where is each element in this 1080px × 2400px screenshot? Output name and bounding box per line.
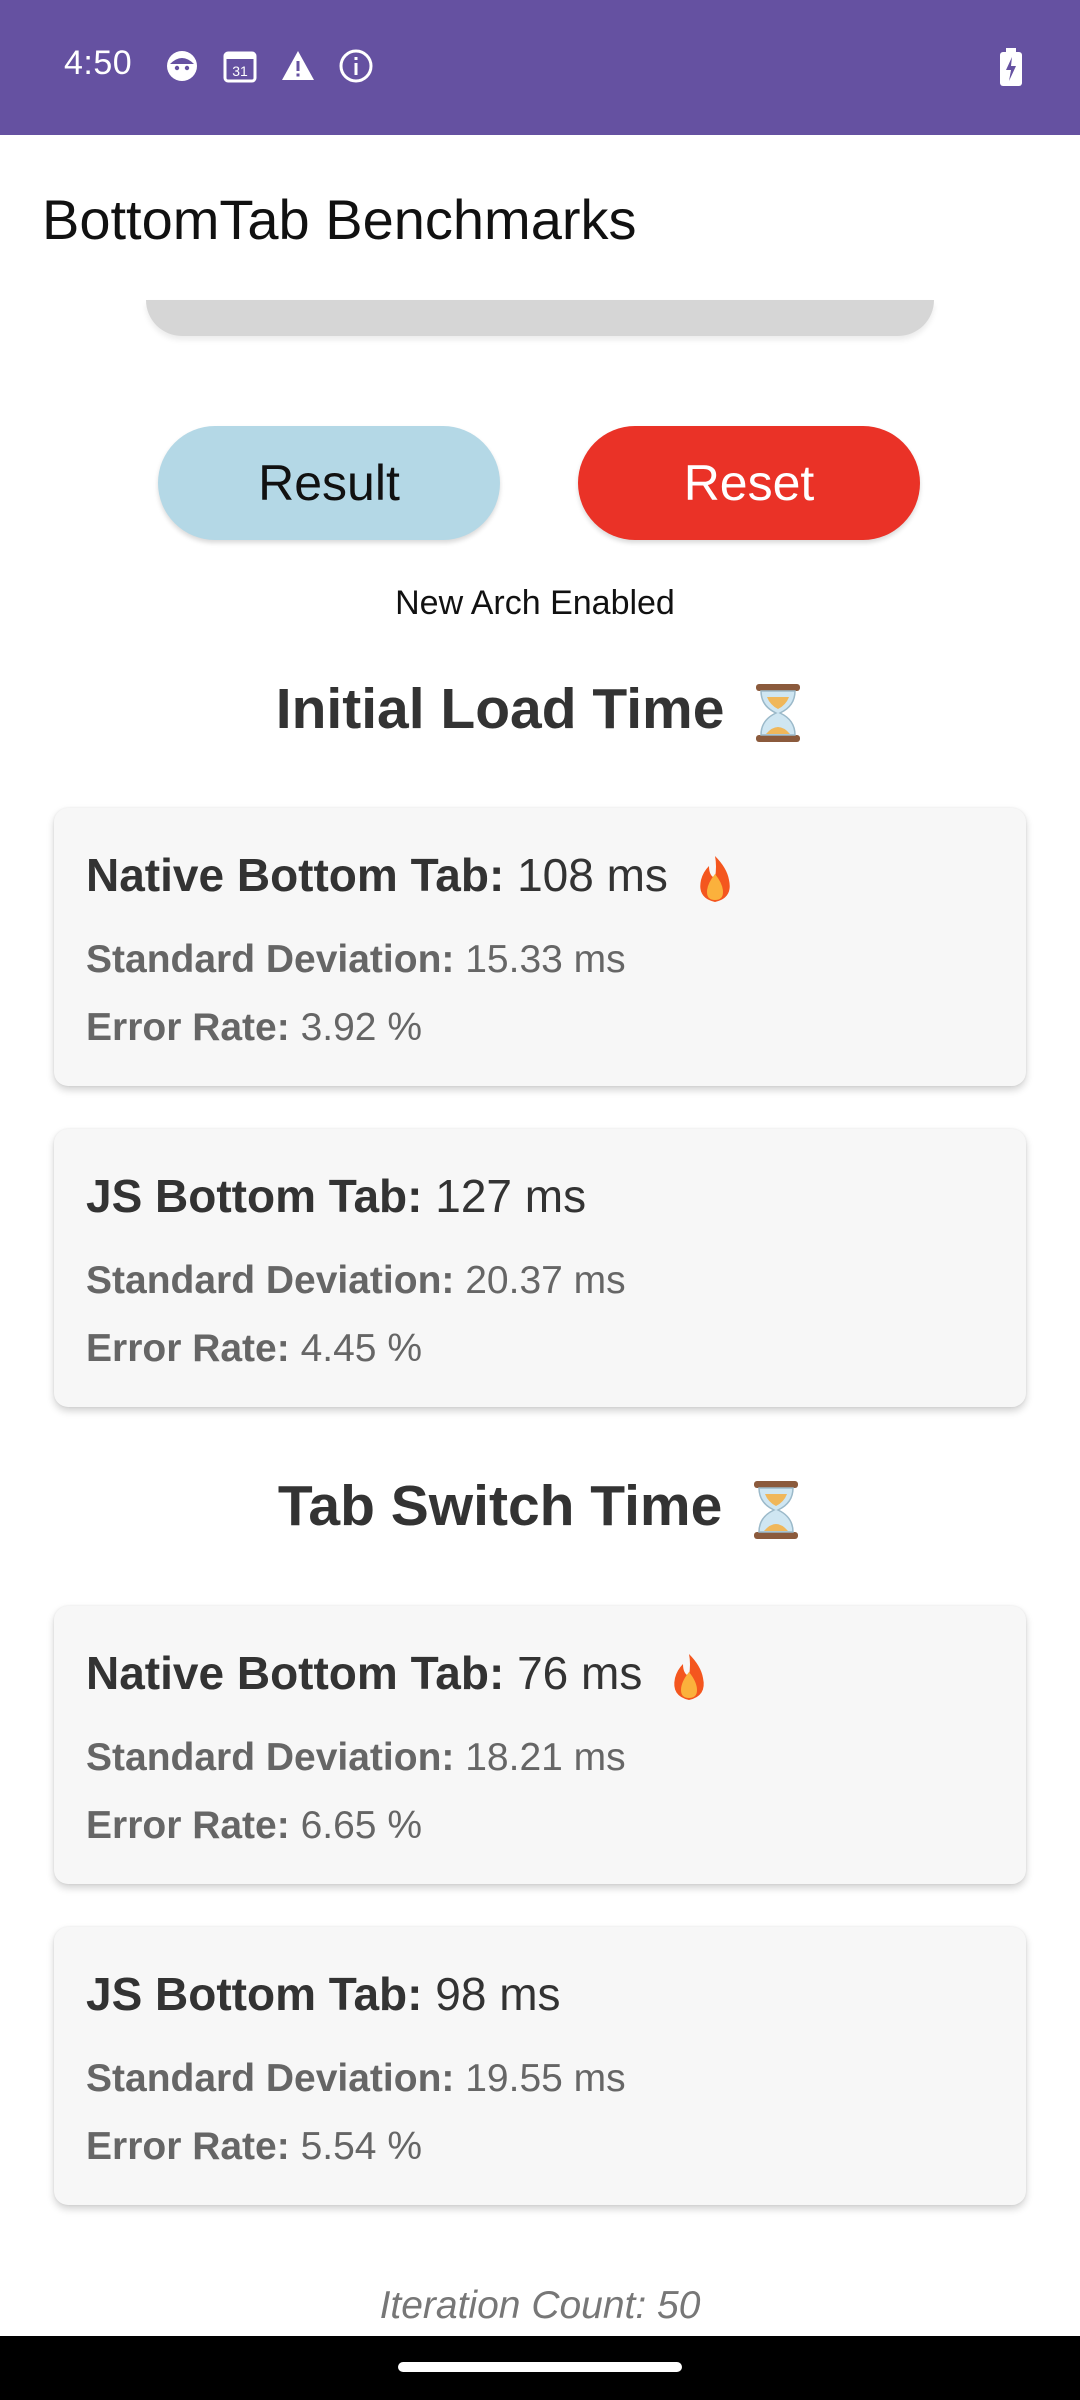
card-value: 98 ms xyxy=(435,1968,561,2020)
std-deviation-line: Standard Deviation: 19.55 ms xyxy=(86,2057,626,2101)
fire-icon xyxy=(699,855,730,902)
card-name-label: Native Bottom Tab: xyxy=(86,1647,505,1699)
hourglass-icon xyxy=(756,683,801,742)
card-main: Native Bottom Tab: 108 ms xyxy=(86,848,735,904)
std-label: Standard Deviation: xyxy=(86,938,455,981)
info-icon xyxy=(339,49,373,83)
status-icons: 31 xyxy=(164,48,374,84)
result-card-native-switch: Native Bottom Tab: 76 ms Standard Deviat… xyxy=(54,1606,1026,1884)
error-rate-line: Error Rate: 3.92 % xyxy=(86,1006,422,1050)
std-deviation-line: Standard Deviation: 20.37 ms xyxy=(86,1259,626,1303)
err-value: 6.65 % xyxy=(300,1804,422,1847)
hourglass-icon xyxy=(754,1480,799,1539)
status-time: 4:50 xyxy=(64,44,133,82)
std-label: Standard Deviation: xyxy=(86,1259,455,1302)
error-rate-line: Error Rate: 6.65 % xyxy=(86,1804,422,1848)
status-bar: 4:50 31 xyxy=(0,0,1080,135)
err-label: Error Rate: xyxy=(86,2125,290,2168)
std-value: 20.37 ms xyxy=(465,1259,626,1302)
err-value: 4.45 % xyxy=(300,1327,422,1370)
card-main: Native Bottom Tab: 76 ms xyxy=(86,1646,709,1702)
card-name-label: JS Bottom Tab: xyxy=(86,1968,423,2020)
svg-text:31: 31 xyxy=(232,63,248,79)
reset-button[interactable]: Reset xyxy=(578,426,920,540)
warning-icon xyxy=(282,51,314,80)
home-gesture-handle[interactable] xyxy=(398,2362,682,2372)
err-label: Error Rate: xyxy=(86,1804,290,1847)
section-title-tab-switch: Tab Switch Time xyxy=(0,1473,1080,1541)
result-card-native-initial: Native Bottom Tab: 108 ms Standard Devia… xyxy=(54,808,1026,1086)
iteration-count-label: Iteration Count: 50 xyxy=(379,2284,701,2327)
std-value: 18.21 ms xyxy=(465,1736,626,1779)
system-nav-bar xyxy=(0,2336,1080,2400)
face-icon xyxy=(167,51,197,81)
err-label: Error Rate: xyxy=(86,1327,290,1370)
arch-status-label: New Arch Enabled xyxy=(395,584,675,622)
card-value: 127 ms xyxy=(435,1170,587,1222)
section-title-initial-load: Initial Load Time xyxy=(0,676,1080,744)
card-main: JS Bottom Tab: 98 ms xyxy=(86,1967,561,2021)
page-title: BottomTab Benchmarks xyxy=(42,188,637,251)
section-title-text: Tab Switch Time xyxy=(277,1474,723,1538)
card-value: 76 ms xyxy=(517,1647,643,1699)
result-button[interactable]: Result xyxy=(158,426,500,540)
card-name-label: Native Bottom Tab: xyxy=(86,849,505,901)
battery-charging-icon xyxy=(1000,48,1022,86)
error-rate-line: Error Rate: 4.45 % xyxy=(86,1327,422,1371)
app-header: BottomTab Benchmarks xyxy=(0,135,1080,305)
std-value: 19.55 ms xyxy=(465,2057,626,2100)
scrolled-content-edge xyxy=(146,300,934,336)
err-label: Error Rate: xyxy=(86,1006,290,1049)
card-main: JS Bottom Tab: 127 ms xyxy=(86,1169,586,1223)
card-value: 108 ms xyxy=(517,849,668,901)
result-card-js-switch: JS Bottom Tab: 98 ms Standard Deviation:… xyxy=(54,1927,1026,2205)
std-deviation-line: Standard Deviation: 18.21 ms xyxy=(86,1736,626,1780)
card-name-label: JS Bottom Tab: xyxy=(86,1170,423,1222)
std-deviation-line: Standard Deviation: 15.33 ms xyxy=(86,938,626,982)
calendar-icon: 31 xyxy=(223,51,257,83)
section-title-text: Initial Load Time xyxy=(275,677,725,741)
std-label: Standard Deviation: xyxy=(86,2057,455,2100)
err-value: 3.92 % xyxy=(300,1006,422,1049)
std-label: Standard Deviation: xyxy=(86,1736,455,1779)
result-card-js-initial: JS Bottom Tab: 127 ms Standard Deviation… xyxy=(54,1129,1026,1407)
err-value: 5.54 % xyxy=(300,2125,422,2168)
std-value: 15.33 ms xyxy=(465,938,626,981)
fire-icon xyxy=(674,1653,704,1700)
error-rate-line: Error Rate: 5.54 % xyxy=(86,2125,422,2169)
